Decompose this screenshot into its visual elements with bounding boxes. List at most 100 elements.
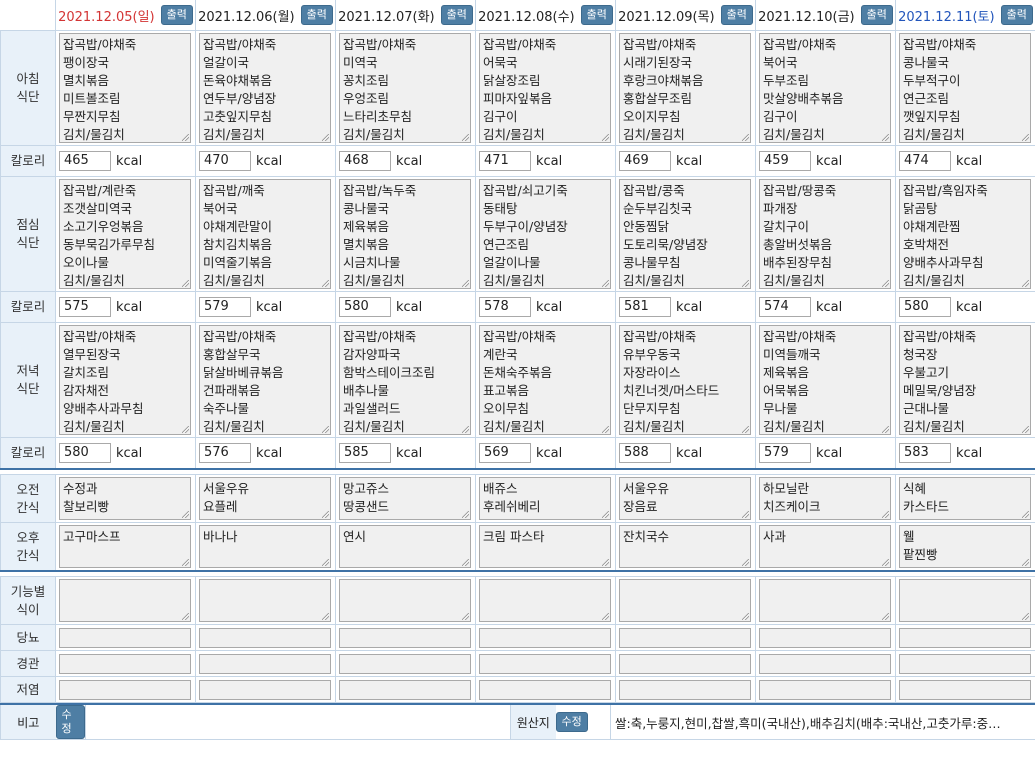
functional-diet-textarea[interactable] (899, 579, 1031, 622)
diabetes-input[interactable] (199, 627, 331, 648)
diabetes-label: 당뇨 (0, 624, 56, 651)
breakfast-textarea[interactable]: 잡곡밥/야채죽 어묵국 닭살장조림 피마자잎볶음 김구이 김치/물김치 (479, 33, 611, 143)
dinner-textarea[interactable]: 잡곡밥/야채죽 유부우동국 자장라이스 치킨너겟/머스타드 단무지무침 김치/물… (619, 325, 751, 435)
print-button[interactable]: 출력 (580, 5, 613, 25)
print-button[interactable]: 출력 (1000, 5, 1033, 25)
lunch-textarea[interactable]: 잡곡밥/흑임자죽 닭곰탕 야채계란찜 호박채전 양배추사과무침 김치/물김치 (899, 179, 1031, 289)
lunch-textarea[interactable]: 잡곡밥/땅콩죽 파개장 갈치구이 총알버섯볶음 배추된장무침 김치/물김치 (759, 179, 891, 289)
print-button[interactable]: 출력 (720, 5, 753, 25)
am-snack-textarea[interactable]: 수정과 찰보리빵 (59, 477, 191, 520)
lunch-kcal-input[interactable]: 579 (199, 297, 251, 317)
breakfast-textarea[interactable]: 잡곡밥/야채죽 팽이장국 멸치볶음 미트볼조림 무짠지무침 김치/물김치 (59, 33, 191, 143)
pm-snack-textarea[interactable]: 연시 (339, 525, 471, 568)
breakfast-textarea[interactable]: 잡곡밥/야채죽 얼갈이국 돈육야채볶음 연두부/양념장 고춧잎지무침 김치/물김… (199, 33, 331, 143)
dinner-textarea[interactable]: 잡곡밥/야채죽 청국장 우불고기 메밀묵/양념장 근대나물 김치/물김치 (899, 325, 1031, 435)
low-salt-input[interactable] (339, 679, 471, 700)
lunch-kcal-input[interactable]: 578 (479, 297, 531, 317)
note-field[interactable] (85, 703, 511, 740)
tube-feeding-input[interactable] (899, 653, 1031, 674)
functional-diet-textarea[interactable] (619, 579, 751, 622)
lunch-textarea[interactable]: 잡곡밥/계란죽 조갯살미역국 소고기우엉볶음 동부묵김가루무침 오이나물 김치/… (59, 179, 191, 289)
note-label: 비고 (0, 703, 56, 740)
breakfast-kcal-input[interactable]: 474 (899, 151, 951, 171)
tube-feeding-input[interactable] (759, 653, 891, 674)
breakfast-textarea[interactable]: 잡곡밥/야채죽 미역국 꽁치조림 우엉조림 느타리초무침 김치/물김치 (339, 33, 471, 143)
tube-feeding-input[interactable] (619, 653, 751, 674)
tube-feeding-input[interactable] (59, 653, 191, 674)
functional-diet-textarea[interactable] (59, 579, 191, 622)
diabetes-input[interactable] (339, 627, 471, 648)
functional-diet-textarea[interactable] (199, 579, 331, 622)
functional-diet-textarea[interactable] (339, 579, 471, 622)
low-salt-input[interactable] (479, 679, 611, 700)
lunch-textarea[interactable]: 잡곡밥/깨죽 북어국 야채계란말이 참치김치볶음 미역줄기볶음 김치/물김치 (199, 179, 331, 289)
dinner-textarea[interactable]: 잡곡밥/야채죽 계란국 돈채숙주볶음 표고볶음 오이무침 김치/물김치 (479, 325, 611, 435)
tube-feeding-input[interactable] (339, 653, 471, 674)
kcal-unit: kcal (536, 299, 563, 315)
print-button[interactable]: 출력 (300, 5, 333, 25)
low-salt-input[interactable] (199, 679, 331, 700)
diabetes-input[interactable] (619, 627, 751, 648)
breakfast-kcal-input[interactable]: 469 (619, 151, 671, 171)
dinner-kcal-input[interactable]: 569 (479, 443, 531, 463)
diabetes-input[interactable] (759, 627, 891, 648)
origin-text: 쌀:축,누룽지,현미,찹쌀,흑미(국내산),배추김치(배추:국내산,고춧가루:중… (615, 715, 1001, 731)
lunch-kcal-input[interactable]: 580 (899, 297, 951, 317)
low-salt-input[interactable] (59, 679, 191, 700)
dinner-kcal-input[interactable]: 576 (199, 443, 251, 463)
breakfast-kcal-input[interactable]: 471 (479, 151, 531, 171)
pm-snack-textarea[interactable]: 고구마스프 (59, 525, 191, 568)
diabetes-input[interactable] (899, 627, 1031, 648)
low-salt-input[interactable] (899, 679, 1031, 700)
lunch-textarea[interactable]: 잡곡밥/녹두죽 콩나물국 제육볶음 멸치볶음 시금치나물 김치/물김치 (339, 179, 471, 289)
dinner-textarea[interactable]: 잡곡밥/야채죽 홍합살무국 닭살바베큐볶음 건파래볶음 숙주나물 김치/물김치 (199, 325, 331, 435)
tube-feeding-input[interactable] (199, 653, 331, 674)
breakfast-kcal-input[interactable]: 465 (59, 151, 111, 171)
pm-snack-textarea[interactable]: 웰 팥찐빵 (899, 525, 1031, 568)
print-button[interactable]: 출력 (440, 5, 473, 25)
breakfast-textarea[interactable]: 잡곡밥/야채죽 콩나물국 두부적구이 연근조림 깻잎지무침 김치/물김치 (899, 33, 1031, 143)
dinner-textarea[interactable]: 잡곡밥/야채죽 감자양파국 함박스테이크조림 배추나물 과일샐러드 김치/물김치 (339, 325, 471, 435)
breakfast-textarea[interactable]: 잡곡밥/야채죽 북어국 두부조림 맛살양배추볶음 김구이 김치/물김치 (759, 33, 891, 143)
lunch-kcal-input[interactable]: 574 (759, 297, 811, 317)
functional-diet-textarea[interactable] (759, 579, 891, 622)
low-salt-input[interactable] (619, 679, 751, 700)
tube-feeding-input[interactable] (479, 653, 611, 674)
lunch-textarea[interactable]: 잡곡밥/쇠고기죽 동태탕 두부구이/양념장 연근조림 얼갈이나물 김치/물김치 (479, 179, 611, 289)
pm-snack-textarea[interactable]: 바나나 (199, 525, 331, 568)
low-salt-input[interactable] (759, 679, 891, 700)
dinner-kcal-input[interactable]: 580 (59, 443, 111, 463)
pm-snack-textarea[interactable]: 크림 파스타 (479, 525, 611, 568)
am-snack-textarea[interactable]: 하모닐란 치즈케이크 (759, 477, 891, 520)
print-button[interactable]: 출력 (860, 5, 893, 25)
dinner-kcal-input[interactable]: 583 (899, 443, 951, 463)
am-snack-textarea[interactable]: 망고쥬스 땅콩샌드 (339, 477, 471, 520)
print-button[interactable]: 출력 (160, 5, 193, 25)
lunch-kcal-input[interactable]: 580 (339, 297, 391, 317)
am-snack-textarea[interactable]: 배쥬스 후레쉬베리 (479, 477, 611, 520)
dinner-kcal-input[interactable]: 579 (759, 443, 811, 463)
dinner-kcal-input[interactable]: 585 (339, 443, 391, 463)
lunch-kcal-input[interactable]: 581 (619, 297, 671, 317)
breakfast-kcal-input[interactable]: 459 (759, 151, 811, 171)
dinner-kcal-input[interactable]: 588 (619, 443, 671, 463)
am-snack-textarea[interactable]: 서울우유 요플레 (199, 477, 331, 520)
lunch-textarea[interactable]: 잡곡밥/콩죽 순두부김칫국 안동찜닭 도토리묵/양념장 콩나물무침 김치/물김치 (619, 179, 751, 289)
breakfast-label: 아침 식단 (0, 30, 56, 146)
pm-snack-textarea[interactable]: 사과 (759, 525, 891, 568)
lunch-kcal-input[interactable]: 575 (59, 297, 111, 317)
breakfast-textarea[interactable]: 잡곡밥/야채죽 시래기된장국 후랑크야채볶음 홍합살무조림 오이지무침 김치/물… (619, 33, 751, 143)
kcal-unit: kcal (536, 445, 563, 461)
breakfast-kcal-input[interactable]: 468 (339, 151, 391, 171)
dinner-textarea[interactable]: 잡곡밥/야채죽 열무된장국 갈치조림 감자채전 양배추사과무침 김치/물김치 (59, 325, 191, 435)
breakfast-kcal-input[interactable]: 470 (199, 151, 251, 171)
pm-snack-textarea[interactable]: 잔치국수 (619, 525, 751, 568)
origin-edit-button[interactable]: 수정 (555, 712, 588, 732)
functional-diet-textarea[interactable] (479, 579, 611, 622)
dinner-textarea[interactable]: 잡곡밥/야채죽 미역들깨국 제육볶음 어묵볶음 무나물 김치/물김치 (759, 325, 891, 435)
am-snack-textarea[interactable]: 식혜 카스타드 (899, 477, 1031, 520)
diabetes-input[interactable] (59, 627, 191, 648)
note-edit-button[interactable]: 수정 (55, 705, 85, 739)
diabetes-input[interactable] (479, 627, 611, 648)
am-snack-textarea[interactable]: 서울우유 장음료 (619, 477, 751, 520)
